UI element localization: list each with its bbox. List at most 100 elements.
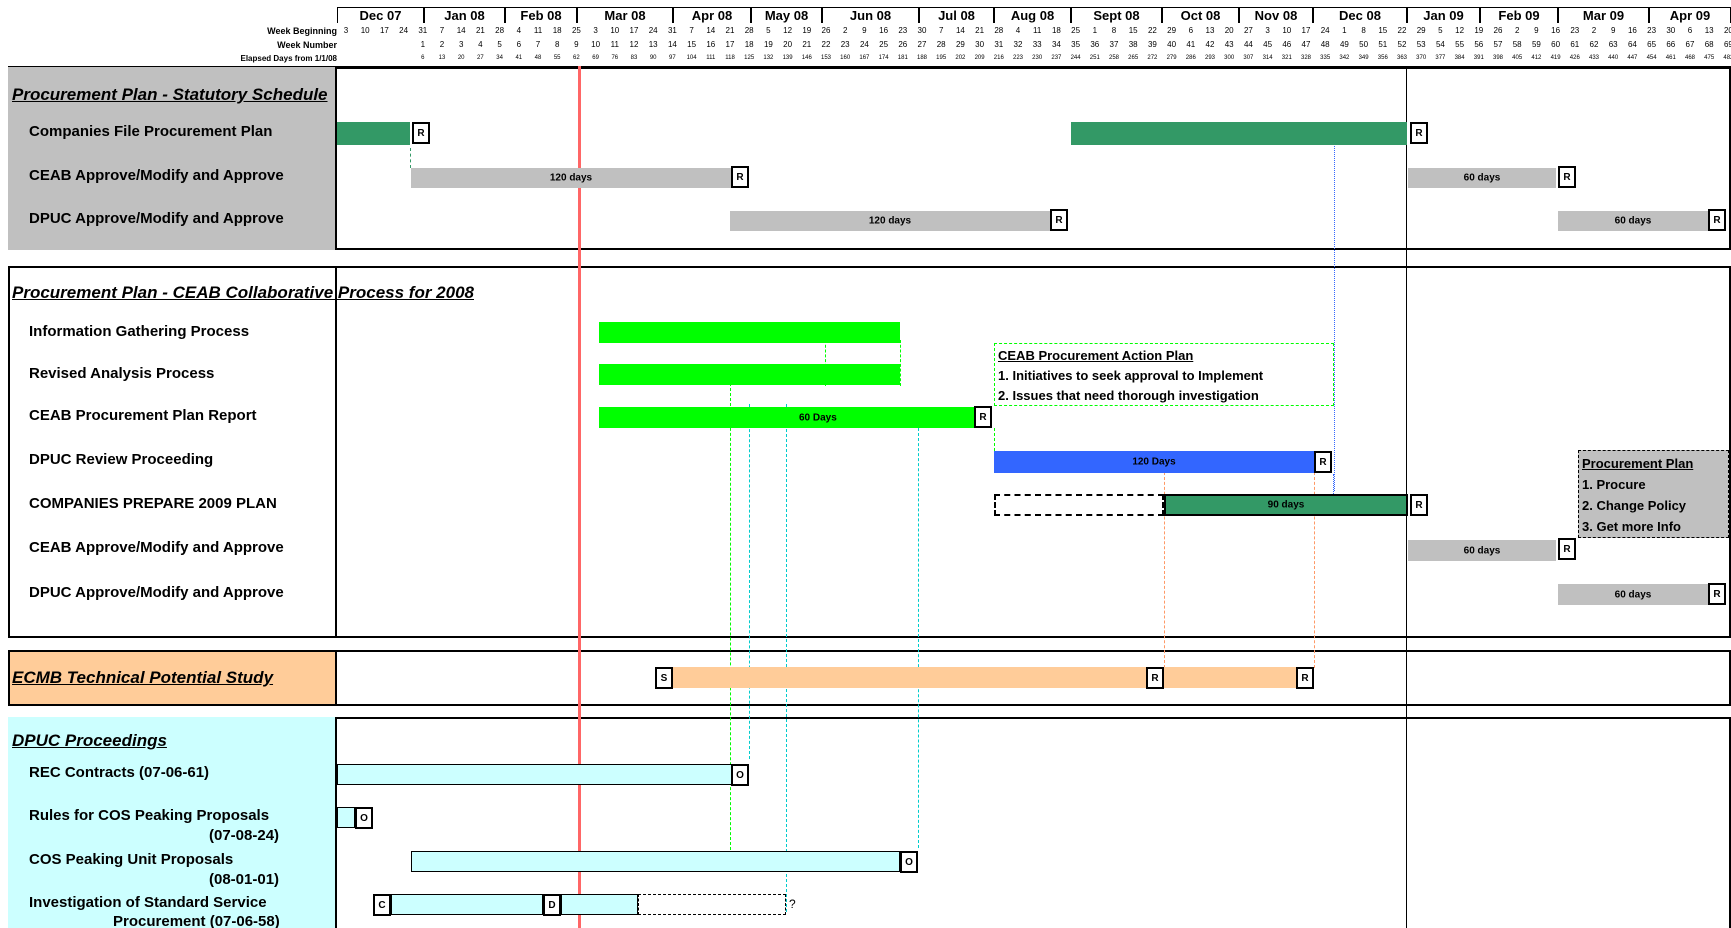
tick-label: 56 [1474,40,1484,49]
tick-label: 13 [1205,26,1215,35]
row-label-prepare-2009: COMPANIES PREPARE 2009 PLAN [29,495,277,512]
tick-label: 3 [343,26,349,35]
row-label-investigation: Investigation of Standard Service [29,894,267,911]
tick-label: 23 [1570,26,1580,35]
tick-label: 25 [1071,26,1081,35]
bar-ceab-2008: 120 days [411,168,731,188]
tick-label: 22 [821,40,831,49]
tick-label: 475 [1704,55,1715,61]
bar-rules-cos [337,807,355,828]
bar-prepare-placeholder [994,494,1164,516]
month-label: Apr 09 [1649,7,1731,23]
tick-label: 28 [744,26,754,35]
tick-label: 19 [763,40,773,49]
tick-label: 426 [1569,55,1580,61]
bar-review-proceeding: 120 Days [994,451,1314,473]
tick-label: 2 [1514,26,1520,35]
tick-label: 26 [1493,26,1503,35]
tick-label: 25 [879,40,889,49]
bar-prepare-2009: 90 days [1164,494,1408,516]
elapsed-days-label: Elapsed Days from 1/1/08 [240,54,338,63]
month-label: Oct 08 [1162,7,1239,23]
marker-r: R [731,166,749,188]
tick-label: 53 [1416,40,1426,49]
tick-label: 391 [1473,55,1484,61]
tick-label: 167 [859,55,870,61]
row-label-rules-cos-2: (07-08-24) [209,827,280,844]
tick-label: 188 [916,55,928,61]
tick-label: 454 [1646,55,1657,61]
tick-label: 14 [706,26,716,35]
tick-label: 433 [1588,55,1600,61]
tick-label: 20 [1723,26,1731,35]
tick-label: 8 [1111,26,1117,35]
section-title-dpuc-proceedings: DPUC Proceedings [12,731,167,750]
tick-label: 2 [439,40,445,49]
row-label-dpuc-approve-2: DPUC Approve/Modify and Approve [29,584,284,601]
tick-label: 46 [1282,40,1292,49]
bar-label: 90 days [1267,499,1305,511]
tick-label: 10 [591,40,601,49]
tick-label: 384 [1454,55,1465,61]
tick-label: 9 [1610,26,1616,35]
tick-label: 34 [1051,40,1061,49]
tick-label: 41 [515,55,523,61]
tick-label: 4 [478,40,483,49]
tick-label: 25 [571,26,581,35]
tick-label: 69 [1723,40,1731,49]
tick-label: 4 [516,26,522,35]
tick-label: 27 [917,40,927,49]
today-line [578,66,581,928]
tick-label: 23 [840,40,850,49]
tick-label: 35 [1071,40,1081,49]
tick-label: 30 [1666,26,1676,35]
tick-label: 482 [1723,55,1731,61]
tick-label: 6 [421,55,425,61]
row-label-companies-file: Companies File Procurement Plan [29,123,273,140]
tick-label: 59 [1531,40,1541,49]
tick-label: 21 [975,26,985,35]
tick-label: 447 [1627,55,1638,61]
marker-o: O [731,764,749,786]
bar-label: 60 days [1614,589,1652,600]
marker-r: R [1410,494,1428,516]
tick-label: 29 [1416,26,1426,35]
bar-ceab-approve-2009: 60 days [1408,540,1556,561]
tick-label: 244 [1070,55,1081,61]
tick-label: 17 [379,26,389,35]
marker-r: R [1146,667,1164,689]
tick-label: 2 [1591,26,1597,35]
tick-label: 14 [667,40,677,49]
bar-cos-peaking [411,851,900,872]
tick-label: 40 [1167,40,1177,49]
tick-label: 15 [687,40,697,49]
bar-companies-file-2008 [337,122,410,145]
bar-info-gathering [599,322,900,343]
bar-label: 60 days [1614,215,1652,227]
divider-label-col-2 [335,266,337,638]
tick-label: 5 [766,26,771,35]
tick-label: 8 [554,40,560,49]
note-procurement-plan-line: 1. Procure [1582,477,1646,492]
tick-label: 181 [897,55,908,61]
tick-label: 24 [1320,26,1330,35]
connector [918,428,919,848]
tick-label: 44 [1243,40,1253,49]
row-label-dpuc-approve: DPUC Approve/Modify and Approve [29,210,284,227]
month-label: Apr 08 [673,7,751,23]
bar-label: 120 days [549,172,593,184]
tick-label: 461 [1665,55,1676,61]
tick-label: 19 [1474,26,1484,35]
tick-label: 272 [1147,55,1158,61]
tick-label: 265 [1128,55,1139,61]
marker-r: R [1296,667,1314,689]
marker-r: R [1314,451,1332,473]
tick-label: 377 [1435,55,1446,61]
tick-label: 14 [456,26,466,35]
tick-label: 23 [898,26,908,35]
tick-label: 24 [399,26,409,35]
tick-label: 412 [1531,55,1542,61]
tick-label: 293 [1204,55,1216,61]
tick-label: 6 [1687,26,1693,35]
marker-r: R [1708,209,1726,231]
